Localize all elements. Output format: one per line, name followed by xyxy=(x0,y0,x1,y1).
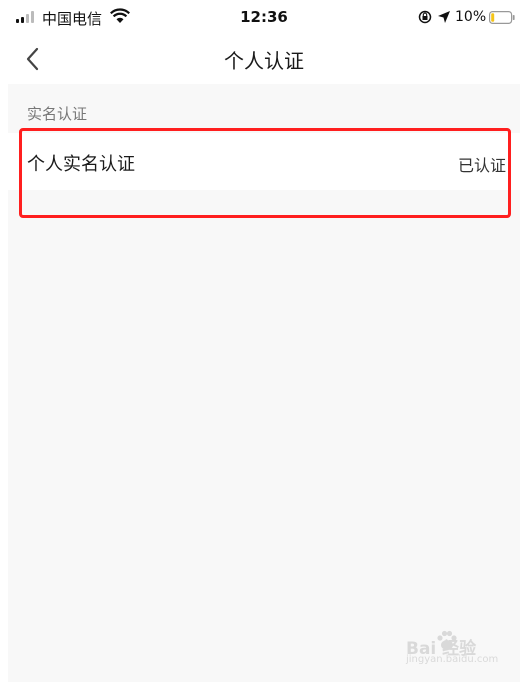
navigation-bar: 个人认证 xyxy=(8,34,520,84)
section-header: 实名认证 xyxy=(27,105,88,123)
item-label: 个人实名认证 xyxy=(27,154,135,175)
page-title: 个人认证 xyxy=(224,49,304,73)
battery-icon xyxy=(489,11,515,24)
paw-icon xyxy=(437,630,457,650)
verification-status: 已认证 xyxy=(457,156,506,175)
location-arrow-icon xyxy=(438,11,450,23)
rotation-lock-icon xyxy=(418,10,432,24)
status-bar: 中国电信 12:36 10% xyxy=(8,0,520,34)
personal-verification-item[interactable]: 个人实名认证 已认证 xyxy=(8,133,520,190)
phone-screen: 中国电信 12:36 10% 个人认证 实名认证 个人实名认证 已认证 Bai … xyxy=(8,0,520,682)
battery-percent: 10% xyxy=(455,9,487,25)
watermark: Bai 经验 jingyan.baidu.com xyxy=(406,628,506,668)
watermark-url: jingyan.baidu.com xyxy=(406,654,499,665)
